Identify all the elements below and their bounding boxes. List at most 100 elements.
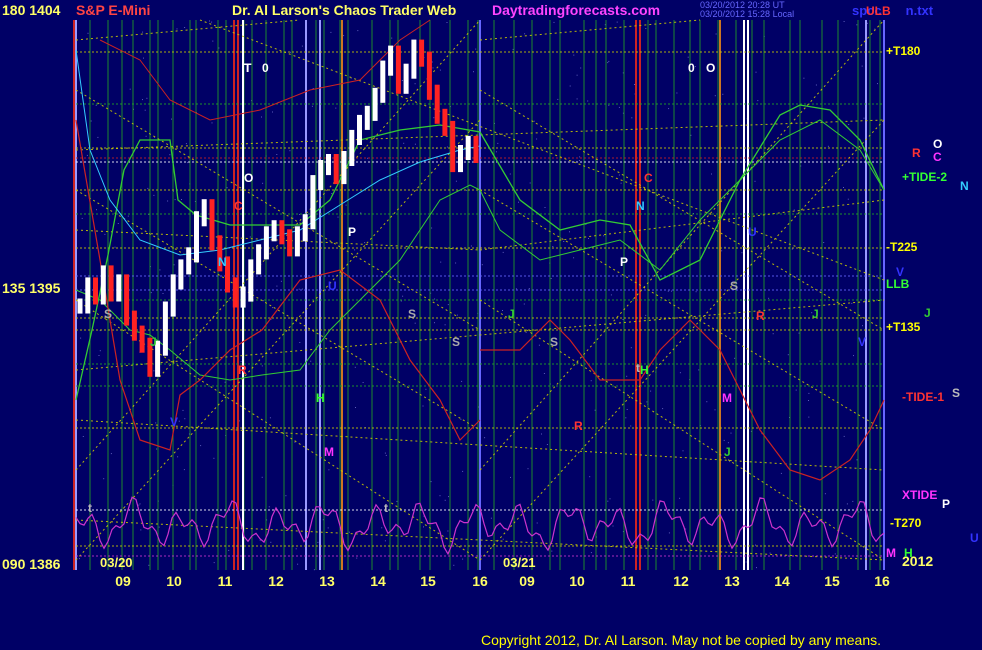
price-bar <box>349 129 355 166</box>
star <box>620 182 622 184</box>
star <box>145 135 147 137</box>
star <box>144 109 146 111</box>
star <box>262 300 264 302</box>
star <box>877 83 878 85</box>
star <box>848 124 850 125</box>
star <box>211 21 213 23</box>
star <box>698 369 700 371</box>
star <box>495 151 497 153</box>
star <box>682 450 684 452</box>
star <box>249 236 251 238</box>
star <box>270 541 272 543</box>
star <box>544 207 546 208</box>
star <box>573 257 575 259</box>
star <box>690 134 692 136</box>
star <box>529 182 531 184</box>
star <box>228 549 230 551</box>
star <box>557 98 559 100</box>
price-bar <box>442 108 448 136</box>
star <box>453 564 455 566</box>
y-mid-label: 135 1395 <box>2 280 61 296</box>
star <box>853 355 854 357</box>
star <box>661 196 663 197</box>
star <box>754 180 756 182</box>
x-tick-label: 14 <box>774 573 790 589</box>
star <box>793 209 795 211</box>
right-label: -T270 <box>890 516 922 530</box>
star <box>432 67 434 69</box>
right-label: U <box>970 531 979 545</box>
right-label: M <box>886 546 896 560</box>
price-bar <box>77 298 83 314</box>
star <box>212 40 214 42</box>
planet-marker: P <box>348 225 356 239</box>
star <box>367 157 369 159</box>
planet-marker: t <box>636 361 640 375</box>
star <box>456 314 458 316</box>
star <box>224 381 226 383</box>
planet-marker: S <box>550 335 558 349</box>
star <box>608 60 610 62</box>
x-tick-label: 16 <box>472 573 488 589</box>
planet-marker: O <box>244 171 253 185</box>
planet-marker: V <box>858 335 866 349</box>
planet-marker: S <box>730 279 738 293</box>
diagonal-line <box>479 119 885 561</box>
planet-marker: H <box>640 363 649 377</box>
star <box>706 401 708 403</box>
price-bar <box>240 286 246 308</box>
diagonal-line <box>479 189 885 431</box>
star <box>711 173 712 175</box>
star <box>462 470 464 472</box>
star <box>569 231 570 233</box>
star <box>608 104 610 106</box>
star <box>515 288 517 290</box>
star <box>626 409 628 410</box>
star <box>462 558 464 560</box>
x-tick-label: 09 <box>115 573 131 589</box>
x-tick-labels: 09 10 11 12 13 14 15 16 09 10 11 12 13 14 15 16 <box>115 573 890 589</box>
planet-marker: 0 <box>688 61 695 75</box>
star <box>142 31 144 33</box>
price-bar <box>411 39 417 79</box>
price-bar <box>395 45 401 94</box>
price-bar <box>473 135 479 163</box>
star <box>155 422 157 424</box>
star <box>524 33 526 35</box>
price-bar <box>194 211 199 263</box>
star <box>734 357 736 359</box>
star <box>594 409 596 411</box>
star <box>497 142 499 144</box>
star <box>439 69 441 71</box>
star <box>795 389 797 391</box>
star <box>551 550 553 552</box>
star <box>576 98 578 100</box>
date-day1: 03/20 <box>100 555 133 570</box>
price-bar <box>85 277 91 314</box>
price-bar <box>271 220 277 242</box>
planet-marker: H <box>316 391 325 405</box>
star <box>490 517 492 519</box>
star <box>95 104 97 106</box>
star <box>354 366 356 368</box>
star <box>444 499 446 501</box>
star <box>460 418 462 420</box>
star <box>129 88 131 90</box>
star <box>356 557 358 559</box>
star <box>184 27 186 28</box>
price-bar <box>209 199 215 251</box>
star <box>181 199 182 200</box>
star <box>578 160 580 161</box>
star <box>634 84 635 85</box>
star <box>798 332 800 334</box>
star <box>295 548 297 550</box>
vertical-grid <box>73 20 885 570</box>
star <box>553 21 555 23</box>
planet-marker: M <box>722 391 732 405</box>
star <box>819 360 821 362</box>
star <box>808 400 809 401</box>
star <box>447 530 449 532</box>
star <box>158 526 160 528</box>
price-bar <box>232 277 238 308</box>
right-label: R <box>912 146 921 160</box>
